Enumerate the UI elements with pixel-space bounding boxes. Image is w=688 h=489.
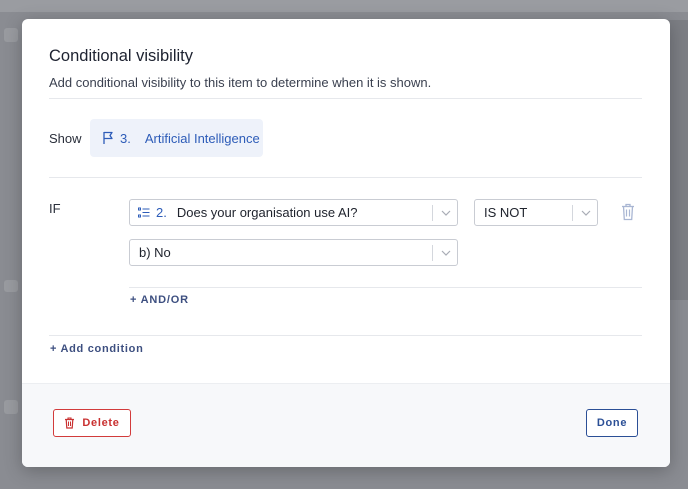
and-or-button[interactable]: + AND/OR	[130, 294, 189, 306]
dialog-title: Conditional visibility	[49, 47, 193, 65]
divider	[49, 335, 642, 336]
question-select[interactable]: 2. Does your organisation use AI?	[129, 199, 458, 226]
divider	[49, 98, 642, 99]
trash-icon	[65, 417, 75, 429]
chevron-down-icon	[441, 210, 451, 216]
chevron-down-icon	[581, 210, 591, 216]
background-element	[4, 280, 18, 292]
chevron-down-icon	[441, 250, 451, 256]
flag-icon	[103, 131, 113, 144]
question-number: 2.	[156, 205, 167, 220]
done-button[interactable]: Done	[586, 409, 638, 437]
done-button-label: Done	[596, 417, 628, 429]
divider	[129, 287, 642, 288]
answer-value: b) No	[139, 245, 171, 260]
list-question-icon	[138, 207, 150, 217]
background-element	[4, 28, 18, 42]
delete-condition-trash-icon[interactable]	[620, 203, 636, 221]
conditional-visibility-dialog: Conditional visibility Add conditional v…	[22, 19, 670, 467]
dialog-subtitle: Add conditional visibility to this item …	[49, 75, 432, 90]
select-separator	[432, 245, 433, 261]
select-separator	[572, 205, 573, 221]
answer-select[interactable]: b) No	[129, 239, 458, 266]
delete-button-label: Delete	[82, 417, 120, 429]
target-item-chip: 3. Artificial Intelligence	[90, 119, 263, 157]
add-condition-button[interactable]: + Add condition	[50, 343, 144, 355]
operator-select[interactable]: IS NOT	[474, 199, 598, 226]
select-separator	[432, 205, 433, 221]
delete-button[interactable]: Delete	[53, 409, 131, 437]
target-item-title: Artificial Intelligence	[144, 130, 260, 146]
operator-value: IS NOT	[484, 205, 528, 220]
target-item-number: 3.	[120, 130, 131, 146]
question-text: Does your organisation use AI?	[176, 205, 358, 220]
background-element	[4, 400, 18, 414]
background-topbar	[0, 0, 688, 12]
show-label: Show	[49, 131, 82, 146]
if-label: IF	[49, 201, 61, 216]
divider	[49, 177, 642, 178]
background-right-panel	[668, 20, 688, 300]
dialog-footer: Delete Done	[22, 383, 670, 467]
